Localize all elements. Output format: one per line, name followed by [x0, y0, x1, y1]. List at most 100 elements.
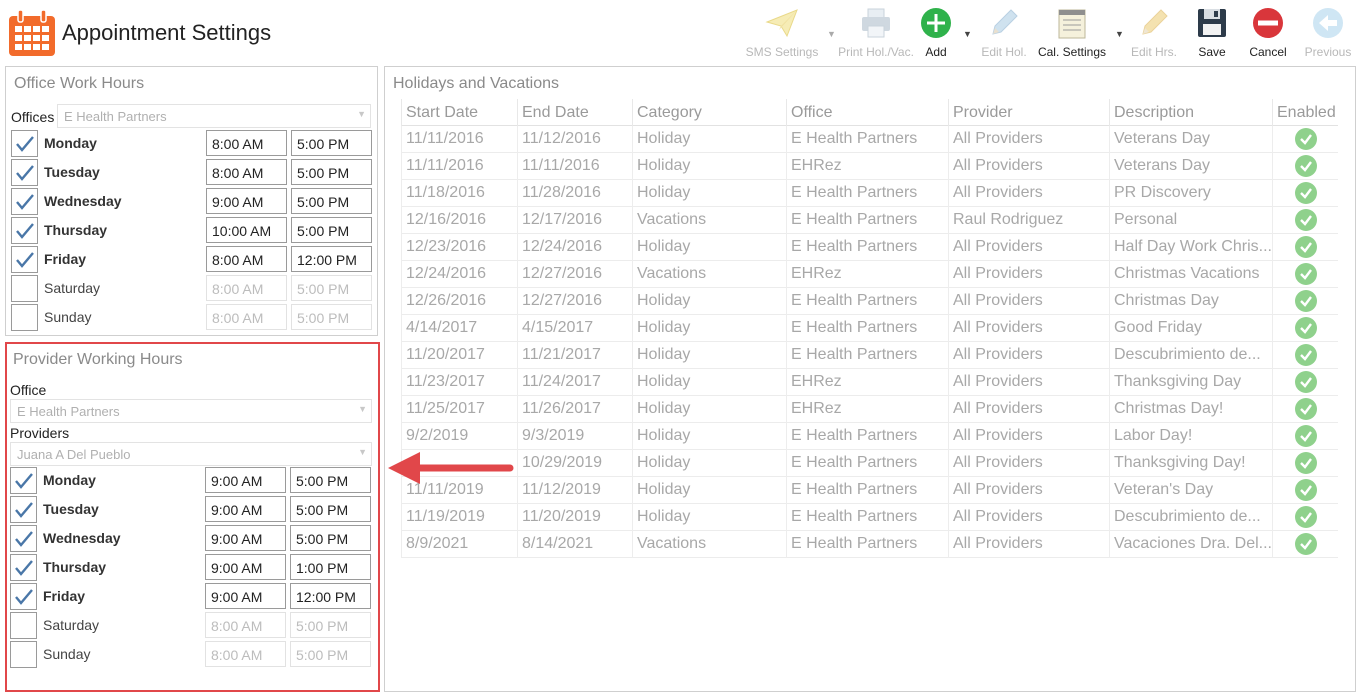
cell-enabled[interactable] — [1272, 369, 1338, 396]
provider-sunday-checkbox[interactable] — [10, 641, 37, 668]
save-button[interactable]: Save — [1188, 4, 1236, 64]
cell-enabled[interactable] — [1272, 342, 1338, 369]
provider-saturday-start: 8:00 AM — [205, 612, 286, 638]
col-description[interactable]: Description — [1109, 99, 1272, 126]
cell-start-date: 11/23/2017 — [401, 369, 517, 396]
cell-enabled[interactable] — [1272, 477, 1338, 504]
provider-monday-end[interactable]: 5:00 PM — [290, 467, 371, 493]
office-tuesday-checkbox[interactable] — [11, 159, 38, 186]
col-provider[interactable]: Provider — [948, 99, 1109, 126]
provider-wednesday-end[interactable]: 5:00 PM — [290, 525, 371, 551]
office-sunday-checkbox[interactable] — [11, 304, 38, 331]
red-arrow-annotation — [388, 452, 514, 484]
office-monday-checkbox[interactable] — [11, 130, 38, 157]
table-row[interactable]: 11/23/2017 11/24/2017 Holiday EHRez All Prov… — [401, 369, 1338, 396]
office-friday-start[interactable]: 8:00 AM — [206, 246, 287, 272]
calendar-settings-dropdown[interactable]: ▼ — [1110, 4, 1124, 64]
table-row[interactable]: 11/20/2017 11/21/2017 Holiday E Health Part… — [401, 342, 1338, 369]
cell-enabled[interactable] — [1272, 396, 1338, 423]
table-row[interactable]: 12/24/2016 12/27/2016 Vacations EHRez All Pr… — [401, 261, 1338, 288]
calendar-settings-button[interactable]: Cal. Settings — [1034, 4, 1110, 64]
cell-enabled[interactable] — [1272, 504, 1338, 531]
cell-category: Holiday — [632, 234, 786, 261]
provider-monday-start[interactable]: 9:00 AM — [205, 467, 286, 493]
cell-enabled[interactable] — [1272, 207, 1338, 234]
office-wednesday-start[interactable]: 9:00 AM — [206, 188, 287, 214]
previous-button[interactable]: Previous — [1300, 4, 1356, 64]
cell-enabled[interactable] — [1272, 450, 1338, 477]
table-row[interactable]: 8/9/2021 8/14/2021 Vacations E Health Partn… — [401, 531, 1338, 558]
office-thursday-label: Thursday — [44, 222, 108, 238]
office-saturday-start: 8:00 AM — [206, 275, 287, 301]
cell-enabled[interactable] — [1272, 531, 1338, 558]
provider-friday-checkbox[interactable] — [10, 583, 37, 610]
table-row[interactable]: 11/18/2016 11/28/2016 Holiday E Health Part… — [401, 180, 1338, 207]
col-enabled[interactable]: Enabled — [1272, 99, 1338, 126]
cell-enabled[interactable] — [1272, 126, 1338, 153]
provider-tuesday-start[interactable]: 9:00 AM — [205, 496, 286, 522]
office-tuesday-end[interactable]: 5:00 PM — [291, 159, 372, 185]
table-row[interactable]: 12/26/2016 12/27/2016 Holiday E Health Part… — [401, 288, 1338, 315]
offices-select[interactable]: E Health Partners ▼ — [57, 104, 371, 128]
table-row[interactable]: 11/19/2019 11/20/2019 Holiday E Health Part… — [401, 504, 1338, 531]
provider-tuesday-end[interactable]: 5:00 PM — [290, 496, 371, 522]
office-friday-checkbox[interactable] — [11, 246, 38, 273]
provider-day-saturday: Saturday 8:00 AM 5:00 PM — [10, 612, 371, 639]
provider-office-select[interactable]: E Health Partners ▼ — [10, 399, 372, 423]
cell-enabled[interactable] — [1272, 315, 1338, 342]
office-monday-start[interactable]: 8:00 AM — [206, 130, 287, 156]
add-dropdown[interactable]: ▼ — [958, 4, 972, 64]
cell-end-date: 11/12/2016 — [517, 126, 632, 153]
cell-category: Holiday — [632, 288, 786, 315]
cancel-button[interactable]: Cancel — [1242, 4, 1294, 64]
table-row[interactable]: 11/25/2017 11/26/2017 Holiday EHRez All Prov… — [401, 396, 1338, 423]
cell-enabled[interactable] — [1272, 234, 1338, 261]
office-thursday-start[interactable]: 10:00 AM — [206, 217, 287, 243]
table-row[interactable]: 11/11/2019 11/12/2019 Holiday E Health Part… — [401, 477, 1338, 504]
office-thursday-checkbox[interactable] — [11, 217, 38, 244]
cell-enabled[interactable] — [1272, 180, 1338, 207]
table-row[interactable]: 9/2/2019 9/3/2019 Holiday E Health Partners… — [401, 423, 1338, 450]
office-friday-end[interactable]: 12:00 PM — [291, 246, 372, 272]
cell-enabled[interactable] — [1272, 261, 1338, 288]
providers-select[interactable]: Juana A Del Pueblo ▼ — [10, 442, 372, 466]
office-monday-end[interactable]: 5:00 PM — [291, 130, 372, 156]
col-end-date[interactable]: End Date — [517, 99, 632, 126]
cell-start-date: 12/16/2016 — [401, 207, 517, 234]
office-wednesday-checkbox[interactable] — [11, 188, 38, 215]
table-row[interactable]: 11/11/2016 11/12/2016 Holiday E Health Part… — [401, 126, 1338, 153]
provider-wednesday-checkbox[interactable] — [10, 525, 37, 552]
provider-saturday-checkbox[interactable] — [10, 612, 37, 639]
provider-friday-end[interactable]: 12:00 PM — [290, 583, 371, 609]
provider-thursday-start[interactable]: 9:00 AM — [205, 554, 286, 580]
provider-monday-checkbox[interactable] — [10, 467, 37, 494]
print-holidays-button[interactable]: Print Hol./Vac. — [836, 4, 916, 64]
sms-settings-button[interactable]: SMS Settings — [742, 4, 822, 64]
col-start-date[interactable]: Start Date — [401, 99, 517, 126]
table-row[interactable]: 10/29/2019 Holiday E Health Partners All Pr… — [401, 450, 1338, 477]
cell-enabled[interactable] — [1272, 153, 1338, 180]
provider-thursday-checkbox[interactable] — [10, 554, 37, 581]
table-row[interactable]: 12/16/2016 12/17/2016 Vacations E Health Pa… — [401, 207, 1338, 234]
cell-category: Holiday — [632, 342, 786, 369]
col-category[interactable]: Category — [632, 99, 786, 126]
sms-dropdown[interactable]: ▼ — [822, 4, 836, 64]
edit-holiday-button[interactable]: Edit Hol. — [976, 4, 1032, 64]
cell-enabled[interactable] — [1272, 423, 1338, 450]
edit-hours-button[interactable]: Edit Hrs. — [1126, 4, 1182, 64]
provider-friday-start[interactable]: 9:00 AM — [205, 583, 286, 609]
col-office[interactable]: Office — [786, 99, 948, 126]
provider-wednesday-start[interactable]: 9:00 AM — [205, 525, 286, 551]
office-wednesday-end[interactable]: 5:00 PM — [291, 188, 372, 214]
cell-start-date: 4/14/2017 — [401, 315, 517, 342]
office-saturday-checkbox[interactable] — [11, 275, 38, 302]
table-row[interactable]: 4/14/2017 4/15/2017 Holiday E Health Partne… — [401, 315, 1338, 342]
add-button[interactable]: Add — [912, 4, 960, 64]
table-row[interactable]: 11/11/2016 11/11/2016 Holiday EHRez All Prov… — [401, 153, 1338, 180]
office-thursday-end[interactable]: 5:00 PM — [291, 217, 372, 243]
table-row[interactable]: 12/23/2016 12/24/2016 Holiday E Health Part… — [401, 234, 1338, 261]
office-tuesday-start[interactable]: 8:00 AM — [206, 159, 287, 185]
cell-enabled[interactable] — [1272, 288, 1338, 315]
provider-tuesday-checkbox[interactable] — [10, 496, 37, 523]
provider-thursday-end[interactable]: 1:00 PM — [290, 554, 371, 580]
